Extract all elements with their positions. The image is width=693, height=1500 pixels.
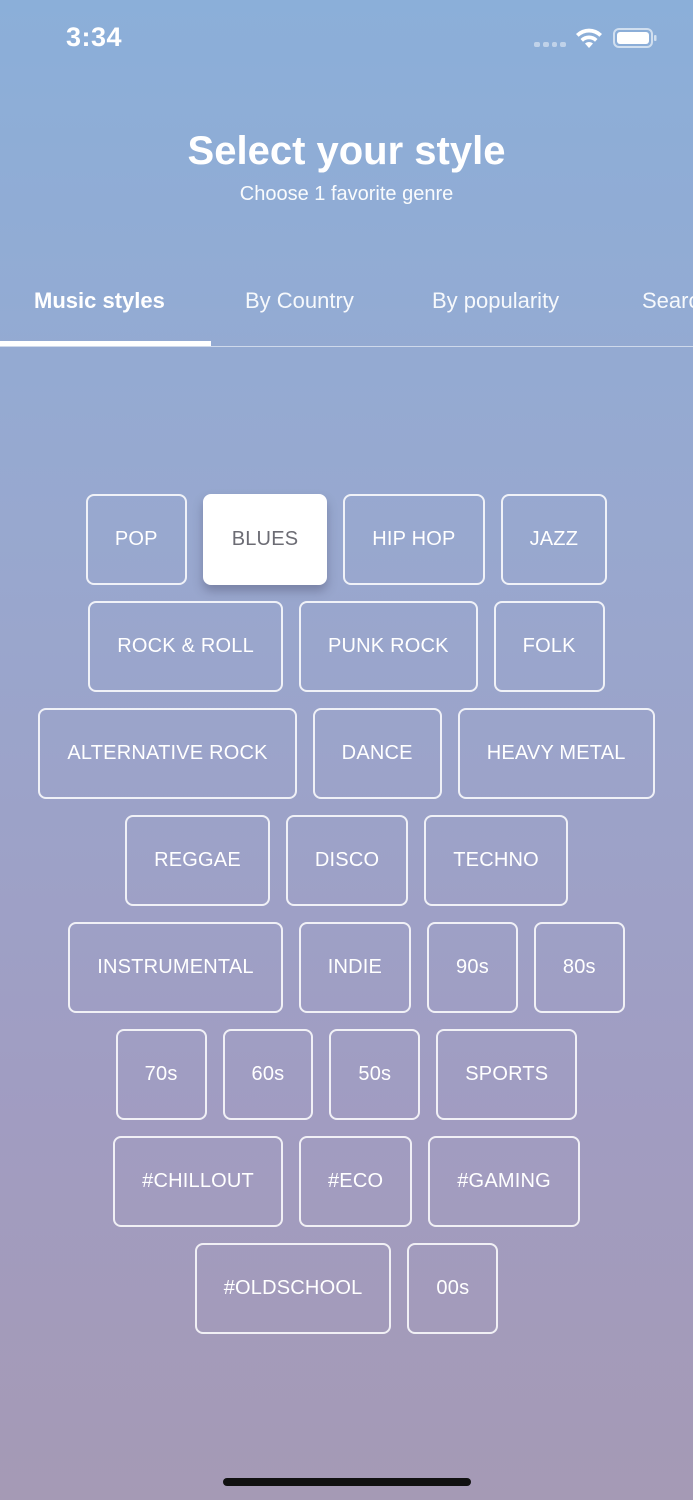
home-indicator[interactable]	[223, 1478, 471, 1486]
page-title: Select your style	[187, 129, 506, 173]
genre-chip-instrumental[interactable]: INSTRUMENTAL	[68, 922, 283, 1013]
genre-row: ALTERNATIVE ROCK DANCE HEAVY METAL	[0, 708, 693, 799]
genre-row: POP BLUES HIP HOP JAZZ	[0, 494, 693, 585]
genre-chip-90s[interactable]: 90s	[427, 922, 518, 1013]
genre-chip-punk-rock[interactable]: PUNK ROCK	[298, 601, 478, 692]
genre-chip-sports[interactable]: SPORTS	[436, 1029, 578, 1120]
genre-row: #CHILLOUT #ECO #GAMING	[0, 1136, 693, 1227]
genre-chip-pop[interactable]: POP	[85, 494, 187, 585]
genre-chip-oldschool[interactable]: #OLDSCHOOL	[194, 1243, 392, 1334]
tab-bar: Music styles By Country By popularity Se…	[0, 270, 693, 347]
genre-chip-heavy-metal[interactable]: HEAVY METAL	[457, 708, 655, 799]
genre-chip-eco[interactable]: #ECO	[298, 1136, 413, 1227]
genre-chip-reggae[interactable]: REGGAE	[125, 815, 270, 906]
genre-chip-50s[interactable]: 50s	[329, 1029, 421, 1120]
genre-row: #OLDSCHOOL 00s	[0, 1243, 693, 1334]
genre-chip-70s[interactable]: 70s	[115, 1029, 207, 1120]
wifi-icon	[576, 28, 602, 48]
genre-row: ROCK & ROLL PUNK ROCK FOLK	[0, 601, 693, 692]
genre-chip-jazz[interactable]: JAZZ	[500, 494, 608, 585]
battery-icon	[613, 28, 657, 48]
status-bar: 3:34	[0, 0, 693, 80]
genre-row: INSTRUMENTAL INDIE 90s 80s	[0, 922, 693, 1013]
header: Select your style Choose 1 favorite genr…	[0, 125, 693, 207]
tab-active-indicator	[0, 341, 211, 346]
genre-chip-gaming[interactable]: #GAMING	[428, 1136, 580, 1227]
status-time: 3:34	[66, 22, 123, 52]
tab-search[interactable]: Search	[642, 288, 693, 314]
tab-music-styles[interactable]: Music styles	[34, 288, 165, 314]
genre-chip-rock-roll[interactable]: ROCK & ROLL	[88, 601, 283, 692]
genre-chip-hip-hop[interactable]: HIP HOP	[343, 494, 485, 585]
genre-chip-folk[interactable]: FOLK	[493, 601, 605, 692]
genre-row: 70s 60s 50s SPORTS	[0, 1029, 693, 1120]
tab-by-country[interactable]: By Country	[245, 288, 354, 314]
genre-chip-80s[interactable]: 80s	[533, 922, 625, 1013]
page-subtitle: Choose 1 favorite genre	[239, 183, 454, 205]
genre-chip-blues[interactable]: BLUES	[202, 494, 328, 585]
genre-chip-indie[interactable]: INDIE	[298, 922, 412, 1013]
genre-chip-alternative-rock[interactable]: ALTERNATIVE ROCK	[38, 708, 297, 799]
genre-chip-chillout[interactable]: #CHILLOUT	[113, 1136, 283, 1227]
genre-grid: POP BLUES HIP HOP JAZZ ROCK & ROLL PUNK ROCK F…	[0, 494, 693, 1350]
genre-chip-dance[interactable]: DANCE	[312, 708, 442, 799]
genre-chip-60s[interactable]: 60s	[222, 1029, 314, 1120]
genre-chip-techno[interactable]: TECHNO	[424, 815, 568, 906]
genre-chip-00s[interactable]: 00s	[407, 1243, 499, 1334]
tab-by-popularity[interactable]: By popularity	[432, 288, 559, 314]
signal-dots-icon	[534, 42, 566, 48]
genre-row: REGGAE DISCO TECHNO	[0, 815, 693, 906]
genre-chip-disco[interactable]: DISCO	[285, 815, 409, 906]
